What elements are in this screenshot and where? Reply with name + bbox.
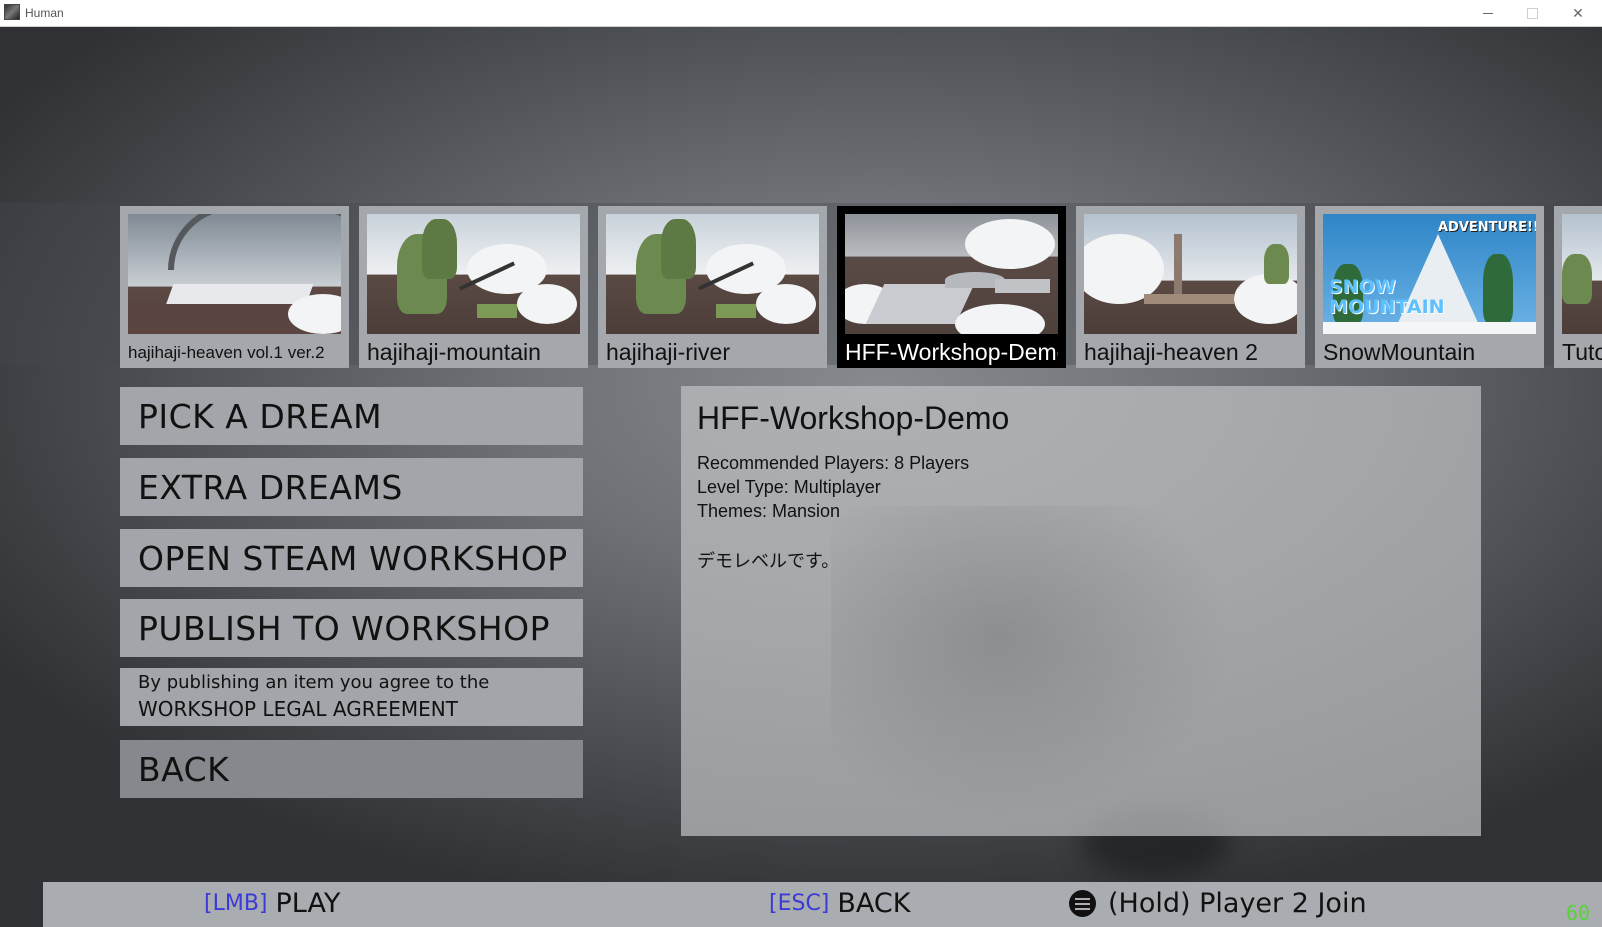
pick-a-dream-button[interactable]: PICK A DREAM (120, 387, 583, 445)
recommended-players: Recommended Players: 8 Players (697, 453, 970, 473)
level-card[interactable]: ADVENTURE!! SNOW MOUNTAIN SnowMountain (1315, 206, 1544, 368)
thumb-text-mountain: MOUNTAIN (1329, 296, 1445, 318)
legal-notice-text: By publishing an item you agree to the (138, 672, 490, 693)
level-card[interactable]: hajihaji-river (598, 206, 827, 368)
minimize-button[interactable] (1466, 0, 1510, 26)
level-name: hajihaji-heaven vol.1 ver.2 (128, 343, 325, 362)
player2-join-label: (Hold) Player 2 Join (1108, 888, 1367, 919)
legal-agreement-label: WORKSHOP LEGAL AGREEMENT (138, 697, 458, 721)
publish-to-workshop-button[interactable]: PUBLISH TO WORKSHOP (120, 599, 583, 657)
fps-counter: 60 (1566, 901, 1591, 925)
app-icon (4, 4, 20, 20)
game-viewport: hajihaji-heaven vol.1 ver.2 hajihaji-mou… (0, 27, 1602, 927)
level-card[interactable]: hajihaji-heaven 2 (1076, 206, 1305, 368)
window-title: Human (25, 6, 64, 20)
menu-icon (1069, 890, 1096, 917)
level-card[interactable]: hajihaji-mountain (359, 206, 588, 368)
level-thumbnail (1562, 214, 1602, 334)
level-thumbnail (845, 214, 1058, 334)
play-hint[interactable]: [LMB] PLAY (204, 888, 340, 919)
level-thumbnail (367, 214, 580, 334)
level-thumbnail (1084, 214, 1297, 334)
level-thumbnail (606, 214, 819, 334)
level-type: Level Type: Multiplayer (697, 477, 881, 497)
thumb-text-adventure: ADVENTURE!! (1438, 220, 1536, 235)
level-title: HFF-Workshop-Demo (697, 400, 1010, 436)
maximize-icon (1526, 7, 1538, 19)
play-key: [LMB] (204, 891, 268, 916)
workshop-legal-agreement-link[interactable]: By publishing an item you agree to the W… (120, 668, 583, 726)
maximize-button[interactable] (1510, 0, 1554, 26)
level-themes: Themes: Mansion (697, 501, 841, 521)
thumb-text-snow: SNOW (1329, 276, 1396, 298)
level-detail-panel: HFF-Workshop-Demo Recommended Players: 8… (681, 386, 1481, 836)
minimize-icon (1483, 12, 1493, 14)
back-key: [ESC] (769, 891, 830, 916)
level-name: HFF-Workshop-Demo (845, 339, 1058, 365)
level-name: SnowMountain (1323, 339, 1476, 365)
extra-dreams-button[interactable]: EXTRA DREAMS (120, 458, 583, 516)
level-name: hajihaji-heaven 2 (1084, 339, 1258, 365)
back-button[interactable]: BACK (120, 740, 583, 798)
controls-hint-bar: [LMB] PLAY [ESC] BACK (Hold) Player 2 Jo… (43, 882, 1602, 927)
close-icon: ✕ (1572, 4, 1584, 21)
level-card[interactable]: Tuto (1554, 206, 1602, 368)
level-name: hajihaji-mountain (367, 339, 541, 365)
window-titlebar: Human ✕ (0, 0, 1602, 27)
level-thumbnail: ADVENTURE!! SNOW MOUNTAIN (1323, 214, 1536, 334)
level-name: Tuto (1562, 339, 1602, 365)
play-label: PLAY (275, 888, 341, 919)
level-description: デモレベルです。 (697, 551, 840, 572)
open-steam-workshop-button[interactable]: OPEN STEAM WORKSHOP (120, 529, 583, 587)
player2-join-hint: (Hold) Player 2 Join (1069, 888, 1367, 919)
back-label: BACK (837, 888, 911, 919)
close-button[interactable]: ✕ (1556, 0, 1600, 26)
back-hint[interactable]: [ESC] BACK (769, 888, 910, 919)
level-card[interactable]: hajihaji-heaven vol.1 ver.2 (120, 206, 349, 368)
level-name: hajihaji-river (606, 339, 730, 365)
level-thumbnail (128, 214, 341, 334)
level-card-selected[interactable]: HFF-Workshop-Demo (837, 206, 1066, 368)
